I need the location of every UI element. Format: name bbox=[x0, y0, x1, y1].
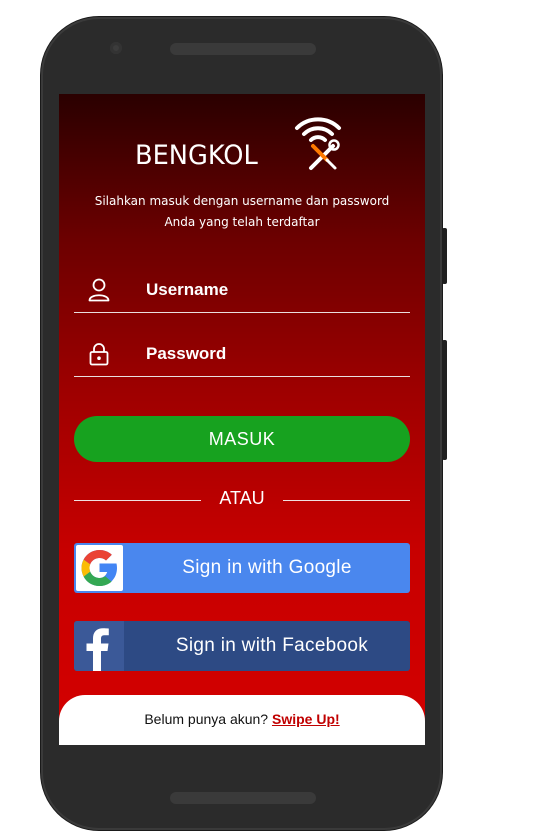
signup-prompt: Belum punya akun? Swipe Up! bbox=[59, 711, 425, 727]
bottom-speaker bbox=[170, 792, 316, 804]
brand-name: BENGKOL bbox=[135, 140, 258, 171]
divider-left bbox=[74, 500, 201, 501]
google-icon bbox=[81, 550, 117, 586]
subtitle-line-1: Silahkan masuk dengan username dan passw… bbox=[94, 194, 390, 208]
login-instructions: Silahkan masuk dengan username dan passw… bbox=[59, 191, 425, 233]
app-logo: BENGKOL bbox=[135, 112, 355, 176]
volume-button bbox=[442, 228, 447, 284]
swipe-up-link[interactable]: Swipe Up! bbox=[272, 711, 340, 727]
facebook-icon bbox=[86, 628, 109, 671]
facebook-signin-button[interactable]: Sign in with Facebook bbox=[74, 621, 410, 671]
google-icon-box bbox=[76, 545, 123, 591]
login-screen: BENGKOL Silahkan masuk dengan username d… bbox=[59, 94, 425, 745]
lock-icon bbox=[89, 343, 109, 366]
power-button bbox=[442, 340, 447, 460]
user-icon bbox=[88, 278, 110, 302]
password-label: Password bbox=[146, 344, 227, 363]
signup-panel[interactable]: Belum punya akun? Swipe Up! bbox=[59, 695, 425, 745]
username-label: Username bbox=[146, 280, 229, 299]
facebook-signin-label: Sign in with Facebook bbox=[175, 635, 369, 656]
google-signin-button[interactable]: Sign in with Google bbox=[74, 543, 410, 593]
front-camera bbox=[110, 42, 122, 54]
subtitle-line-2: Anda yang telah terdaftar bbox=[164, 215, 320, 229]
top-speaker bbox=[170, 43, 316, 55]
tools-icon bbox=[309, 139, 340, 170]
divider-right bbox=[283, 500, 410, 501]
signup-prompt-text: Belum punya akun? bbox=[144, 711, 272, 727]
username-field[interactable]: Username bbox=[74, 270, 410, 313]
login-button[interactable]: MASUK bbox=[74, 416, 410, 462]
password-field[interactable]: Password bbox=[74, 334, 410, 377]
google-signin-label: Sign in with Google bbox=[182, 557, 352, 578]
facebook-icon-box bbox=[74, 621, 124, 671]
divider-label: ATAU bbox=[219, 488, 265, 508]
